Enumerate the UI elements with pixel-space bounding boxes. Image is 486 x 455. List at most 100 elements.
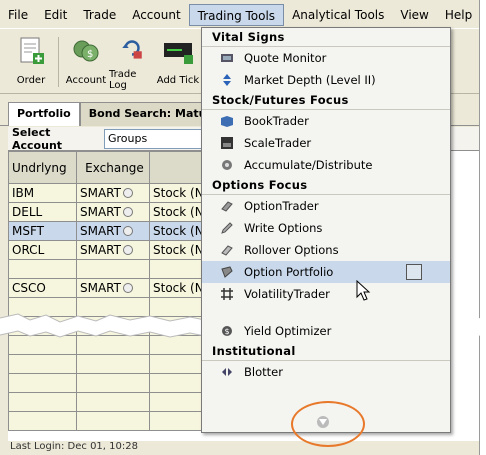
order-label: Order bbox=[16, 75, 46, 86]
status-bar: Last Login: Dec 01, 10:28 bbox=[10, 441, 138, 452]
market-depth-icon bbox=[223, 74, 231, 86]
menu-item-label: Option Portfolio bbox=[244, 265, 334, 279]
svg-text:$: $ bbox=[87, 49, 93, 60]
accumulate-icon bbox=[222, 160, 232, 170]
menu-item-optiontrader[interactable]: OptionTrader bbox=[202, 195, 450, 217]
menu-file[interactable]: File bbox=[0, 4, 36, 26]
menu-account[interactable]: Account bbox=[124, 4, 188, 26]
trading-tools-dropdown: Vital Signs Quote Monitor Market Depth (… bbox=[201, 27, 451, 433]
cell-empty bbox=[8, 392, 77, 412]
menu-item-label: Quote Monitor bbox=[244, 51, 327, 65]
menu-item-booktrader[interactable]: BookTrader bbox=[202, 110, 450, 132]
scale-icon bbox=[221, 137, 233, 149]
menu-trade[interactable]: Trade bbox=[75, 4, 124, 26]
add-ticker-button[interactable]: Add Tick bbox=[155, 29, 201, 91]
section-options-focus: Options Focus bbox=[202, 176, 450, 195]
tab-portfolio[interactable]: Portfolio bbox=[8, 102, 80, 126]
cell-empty bbox=[76, 392, 150, 412]
section-vital-signs: Vital Signs bbox=[202, 28, 450, 47]
cell-symbol: CSCO bbox=[8, 278, 77, 298]
menu-item-market-depth[interactable]: Market Depth (Level II) bbox=[202, 69, 450, 91]
menu-item-label: Accumulate/Distribute bbox=[244, 158, 373, 172]
menu-item-volatilitytrader[interactable]: VolatilityTrader bbox=[202, 283, 450, 305]
select-account-label: Select Account bbox=[12, 125, 63, 152]
cell-symbol: DELL bbox=[8, 202, 77, 222]
cell-exchange: SMART bbox=[76, 202, 150, 222]
menu-item-scaletrader[interactable]: ScaleTrader bbox=[202, 132, 450, 154]
account-icon: $ bbox=[73, 40, 99, 62]
cell-empty bbox=[76, 411, 150, 431]
exchange-text: SMART bbox=[80, 186, 121, 200]
cell-exchange: SMART bbox=[76, 183, 150, 203]
rollover-icon bbox=[221, 245, 233, 256]
menu-item-option-portfolio[interactable]: Option Portfolio bbox=[202, 261, 450, 283]
column-header-exchange[interactable]: Exchange bbox=[76, 151, 150, 184]
cell-empty bbox=[8, 354, 77, 374]
menu-view[interactable]: View bbox=[392, 4, 436, 26]
menu-bar: File Edit Trade Account Trading Tools An… bbox=[0, 3, 479, 27]
menu-item-accumulate-distribute[interactable]: Accumulate/Distribute bbox=[202, 154, 450, 176]
menu-help[interactable]: Help bbox=[437, 4, 479, 26]
annotation-highlight-oval bbox=[291, 401, 365, 447]
order-button[interactable]: Order bbox=[8, 29, 54, 91]
trade-log-label: Trade Log bbox=[109, 69, 137, 91]
menu-item-quote-monitor[interactable]: Quote Monitor bbox=[202, 47, 450, 69]
section-stock-futures-focus: Stock/Futures Focus bbox=[202, 91, 450, 110]
cell-symbol: ORCL bbox=[8, 240, 77, 260]
quote-monitor-icon bbox=[221, 54, 233, 62]
cell-empty bbox=[8, 411, 77, 431]
add-ticker-label: Add Tick bbox=[156, 75, 200, 86]
cell-symbol: MSFT bbox=[8, 221, 77, 241]
cell-empty bbox=[76, 373, 150, 393]
exchange-text: SMART bbox=[80, 205, 121, 219]
menu-item-rollover-options[interactable]: Rollover Options bbox=[202, 239, 450, 261]
menu-item-label: VolatilityTrader bbox=[244, 287, 330, 301]
cell-symbol bbox=[8, 259, 77, 279]
menu-edit[interactable]: Edit bbox=[36, 4, 75, 26]
info-icon[interactable] bbox=[122, 188, 133, 198]
exchange-text: SMART bbox=[80, 224, 121, 238]
menu-item-label: Write Options bbox=[244, 221, 323, 235]
exchange-text: SMART bbox=[80, 281, 121, 295]
info-icon[interactable] bbox=[122, 207, 133, 217]
column-header-underlying[interactable]: Undrlyng bbox=[8, 151, 77, 184]
info-icon[interactable] bbox=[122, 245, 133, 255]
menu-item-label: Market Depth (Level II) bbox=[244, 73, 376, 87]
cell-exchange bbox=[76, 259, 150, 279]
mouse-cursor-icon bbox=[356, 280, 371, 301]
info-icon[interactable] bbox=[122, 226, 133, 236]
option-trader-icon bbox=[221, 201, 233, 212]
cell-symbol: IBM bbox=[8, 183, 77, 203]
menu-item-label: Rollover Options bbox=[244, 243, 339, 257]
toolbar-separator bbox=[58, 37, 59, 87]
yield-icon: $ bbox=[222, 326, 232, 336]
open-window-icon[interactable] bbox=[406, 264, 422, 280]
exchange-text: SMART bbox=[80, 243, 121, 257]
menu-trading-tools[interactable]: Trading Tools bbox=[188, 4, 285, 26]
menu-item-label: ScaleTrader bbox=[244, 136, 312, 150]
cell-empty bbox=[76, 354, 150, 374]
menu-item-blotter[interactable]: Blotter bbox=[202, 361, 450, 383]
menu-item-label: OptionTrader bbox=[244, 199, 319, 213]
cell-exchange: SMART bbox=[76, 240, 150, 260]
menu-item-label: Blotter bbox=[244, 365, 283, 379]
menu-item-write-options[interactable]: Write Options bbox=[202, 217, 450, 239]
trade-log-button[interactable]: Trade Log bbox=[109, 29, 155, 91]
option-portfolio-icon bbox=[221, 266, 233, 278]
volatility-icon bbox=[221, 288, 233, 300]
svg-text:$: $ bbox=[225, 327, 230, 336]
pencil-icon bbox=[221, 222, 233, 234]
cell-exchange: SMART bbox=[76, 221, 150, 241]
menu-item-label: Yield Optimizer bbox=[244, 324, 332, 338]
account-button[interactable]: $ Account bbox=[63, 29, 109, 91]
menu-analytical-tools[interactable]: Analytical Tools bbox=[284, 4, 392, 26]
menu-item-yield-optimizer[interactable]: $ Yield Optimizer bbox=[202, 320, 450, 342]
cell-exchange: SMART bbox=[76, 278, 150, 298]
order-icon bbox=[20, 37, 44, 64]
menu-item-label: BookTrader bbox=[244, 114, 309, 128]
info-icon[interactable] bbox=[122, 283, 133, 293]
trade-log-icon bbox=[122, 40, 142, 59]
add-ticker-icon bbox=[164, 43, 193, 64]
section-institutional: Institutional bbox=[202, 342, 450, 361]
cell-empty bbox=[8, 373, 77, 393]
